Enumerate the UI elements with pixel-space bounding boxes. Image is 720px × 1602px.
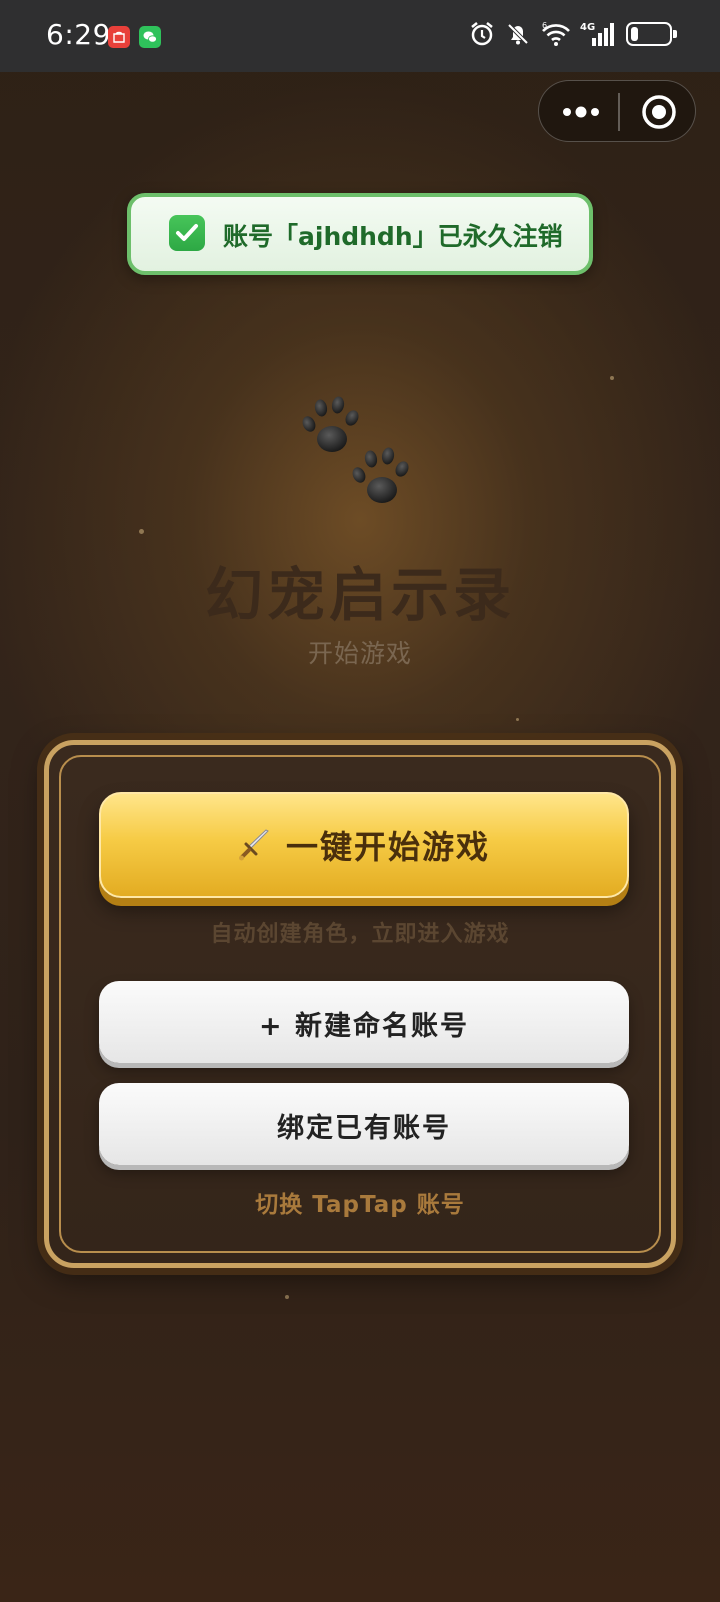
sparkle-decoration <box>285 1295 289 1299</box>
game-title: 幻宠启示录 <box>204 561 515 629</box>
login-panel: 一键开始游戏 自动创建角色，立即进入游戏 + 新建命名账号 绑定已有账号 切换 … <box>44 740 676 1268</box>
bind-account-label: 绑定已有账号 <box>277 1113 451 1144</box>
sparkle-decoration <box>610 376 614 380</box>
wifi-icon: 6 <box>542 21 570 46</box>
bind-account-button[interactable]: 绑定已有账号 <box>99 1083 629 1165</box>
svg-text:6: 6 <box>542 21 547 30</box>
battery-level <box>631 27 638 41</box>
cellular-signal-icon: 4G <box>580 22 614 46</box>
more-options-icon[interactable] <box>561 99 601 125</box>
switch-taptap-link[interactable]: 切换 TapTap 账号 <box>49 1185 671 1219</box>
status-bar: 6:29 6 4G <box>0 0 720 72</box>
paw-logo-icon <box>302 396 409 503</box>
wechat-icon <box>139 26 161 48</box>
toast-message: 账号「ajhdhdh」已永久注销 <box>223 222 563 251</box>
huawei-app-icon <box>108 26 130 48</box>
sword-icon <box>238 829 269 861</box>
close-miniprogram-icon[interactable] <box>641 94 677 130</box>
quick-start-label: 一键开始游戏 <box>285 828 490 866</box>
svg-text:4G: 4G <box>580 22 595 33</box>
sparkle-decoration <box>139 529 144 534</box>
miniprogram-capsule <box>538 80 696 142</box>
status-time: 6:29 <box>46 18 111 51</box>
new-account-label: + 新建命名账号 <box>258 1011 470 1042</box>
quick-start-hint: 自动创建角色，立即进入游戏 <box>210 922 510 947</box>
quick-start-button[interactable]: 一键开始游戏 <box>99 792 629 898</box>
new-account-button[interactable]: + 新建命名账号 <box>99 981 629 1063</box>
game-subtitle: 开始游戏 <box>307 639 412 668</box>
alarm-icon <box>471 22 493 46</box>
toast-notification: 账号「ajhdhdh」已永久注销 <box>127 193 593 275</box>
capsule-divider <box>618 93 620 131</box>
check-icon <box>169 215 205 251</box>
sparkle-decoration <box>516 718 519 721</box>
battery-icon <box>626 22 677 46</box>
mute-icon <box>507 23 529 45</box>
